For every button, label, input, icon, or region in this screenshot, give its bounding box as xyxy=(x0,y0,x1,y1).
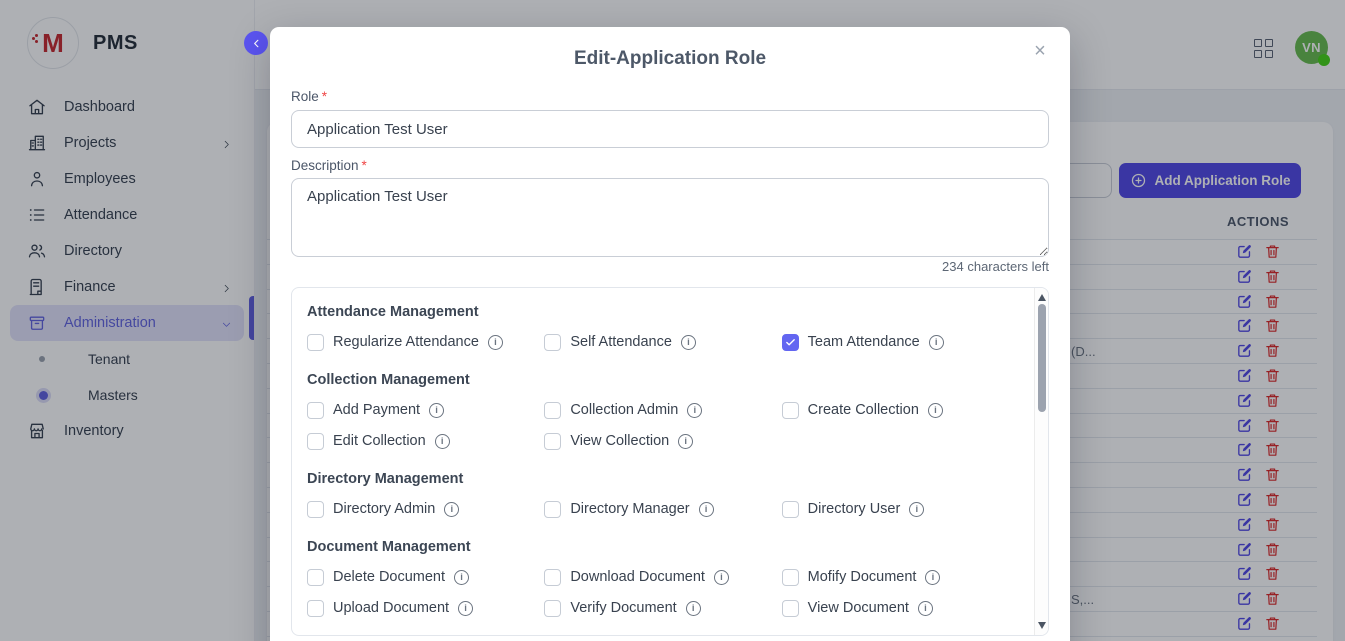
info-icon[interactable]: i xyxy=(925,570,940,585)
permission-label: Download Document xyxy=(570,569,705,585)
description-textarea[interactable] xyxy=(291,178,1049,257)
permission-label: View Collection xyxy=(570,433,669,449)
permission-label: Regularize Attendance xyxy=(333,334,479,350)
permission-checkbox-edit-collection[interactable]: Edit Collection i xyxy=(307,432,544,450)
app-screen: VN M PMS DashboardProjectsEmployeesAtten… xyxy=(0,0,1345,641)
permission-checkbox-directory-manager[interactable]: Directory Manager i xyxy=(544,500,781,518)
permission-checkbox-upload-document[interactable]: Upload Document i xyxy=(307,599,544,617)
info-icon[interactable]: i xyxy=(686,601,701,616)
permission-checkbox-download-document[interactable]: Download Document i xyxy=(544,568,781,586)
permission-label: Create Collection xyxy=(808,402,919,418)
checked-checkbox[interactable] xyxy=(782,334,799,351)
role-input[interactable] xyxy=(291,110,1049,148)
unchecked-checkbox[interactable] xyxy=(307,334,324,351)
permission-checkbox-mofify-document[interactable]: Mofify Document i xyxy=(782,568,1019,586)
permission-label: View Document xyxy=(808,600,909,616)
unchecked-checkbox[interactable] xyxy=(782,402,799,419)
info-icon[interactable]: i xyxy=(687,403,702,418)
unchecked-checkbox[interactable] xyxy=(782,569,799,586)
unchecked-checkbox[interactable] xyxy=(544,569,561,586)
permission-checkbox-regularize-attendance[interactable]: Regularize Attendance i xyxy=(307,333,544,351)
permission-label: Directory User xyxy=(808,501,901,517)
info-icon[interactable]: i xyxy=(444,502,459,517)
scrollbar-thumb[interactable] xyxy=(1038,304,1046,412)
permission-checkbox-team-attendance[interactable]: Team Attendance i xyxy=(782,333,1019,351)
info-icon[interactable]: i xyxy=(458,601,473,616)
permission-checkbox-collection-admin[interactable]: Collection Admin i xyxy=(544,401,781,419)
permission-checkbox-view-document[interactable]: View Document i xyxy=(782,599,1019,617)
permission-section: Collection ManagementAdd PaymentiCollect… xyxy=(307,372,1019,450)
unchecked-checkbox[interactable] xyxy=(544,402,561,419)
required-asterisk: * xyxy=(362,158,367,173)
permission-label: Self Attendance xyxy=(570,334,672,350)
unchecked-checkbox[interactable] xyxy=(307,402,324,419)
info-icon[interactable]: i xyxy=(429,403,444,418)
permission-section: Directory ManagementDirectory AdminiDire… xyxy=(307,471,1019,518)
info-icon[interactable]: i xyxy=(699,502,714,517)
permissions-list: Attendance Management Regularize Attendan… xyxy=(307,288,1033,635)
scroll-up-arrow-icon[interactable] xyxy=(1038,293,1046,301)
modal-title: Edit-Application Role xyxy=(270,48,1070,70)
unchecked-checkbox[interactable] xyxy=(544,334,561,351)
permission-label: Upload Document xyxy=(333,600,449,616)
unchecked-checkbox[interactable] xyxy=(307,569,324,586)
info-icon[interactable]: i xyxy=(678,434,693,449)
permission-checkbox-create-collection[interactable]: Create Collection i xyxy=(782,401,1019,419)
unchecked-checkbox[interactable] xyxy=(307,501,324,518)
info-icon[interactable]: i xyxy=(918,601,933,616)
permission-section-title: Attendance Management xyxy=(307,304,1019,320)
info-icon[interactable]: i xyxy=(928,403,943,418)
role-field-label: Role* xyxy=(291,89,327,104)
permission-label: Collection Admin xyxy=(570,402,678,418)
permission-checkbox-self-attendance[interactable]: Self Attendance i xyxy=(544,333,781,351)
scroll-down-arrow-icon[interactable] xyxy=(1038,622,1046,630)
chevron-left-icon xyxy=(251,38,262,49)
edit-application-role-modal: Edit-Application Role × Role* Descriptio… xyxy=(270,27,1070,641)
unchecked-checkbox[interactable] xyxy=(544,600,561,617)
permission-checkbox-delete-document[interactable]: Delete Document i xyxy=(307,568,544,586)
unchecked-checkbox[interactable] xyxy=(544,501,561,518)
permission-checkbox-add-payment[interactable]: Add Payment i xyxy=(307,401,544,419)
unchecked-checkbox[interactable] xyxy=(307,600,324,617)
unchecked-checkbox[interactable] xyxy=(307,433,324,450)
permission-checkbox-directory-user[interactable]: Directory User i xyxy=(782,500,1019,518)
modal-scrollbar[interactable] xyxy=(1034,288,1048,635)
permission-section-title: Collection Management xyxy=(307,372,1019,388)
info-icon[interactable]: i xyxy=(435,434,450,449)
info-icon[interactable]: i xyxy=(488,335,503,350)
permission-checkbox-view-collection[interactable]: View Collection i xyxy=(544,432,781,450)
info-icon[interactable]: i xyxy=(454,570,469,585)
permission-label: Directory Manager xyxy=(570,501,689,517)
permissions-panel: Attendance Management Regularize Attendan… xyxy=(291,287,1049,636)
unchecked-checkbox[interactable] xyxy=(782,600,799,617)
permission-section-title: Directory Management xyxy=(307,471,1019,487)
permission-section: Attendance Management Regularize Attendan… xyxy=(307,304,1019,351)
info-icon[interactable]: i xyxy=(929,335,944,350)
permission-checkbox-directory-admin[interactable]: Directory Admin i xyxy=(307,500,544,518)
info-icon[interactable]: i xyxy=(714,570,729,585)
permission-label: Team Attendance xyxy=(808,334,920,350)
permission-label: Mofify Document xyxy=(808,569,917,585)
permission-label: Directory Admin xyxy=(333,501,435,517)
characters-left-counter: 234 characters left xyxy=(942,259,1049,274)
sidebar-collapse-button[interactable] xyxy=(244,31,268,55)
permission-label: Verify Document xyxy=(570,600,676,616)
permission-label: Delete Document xyxy=(333,569,445,585)
required-asterisk: * xyxy=(322,89,327,104)
close-icon[interactable]: × xyxy=(1026,37,1054,65)
permission-section: Document ManagementDelete DocumentiDownl… xyxy=(307,539,1019,617)
info-icon[interactable]: i xyxy=(909,502,924,517)
info-icon[interactable]: i xyxy=(681,335,696,350)
unchecked-checkbox[interactable] xyxy=(782,501,799,518)
permission-label: Edit Collection xyxy=(333,433,426,449)
permission-section-title: Document Management xyxy=(307,539,1019,555)
permission-label: Add Payment xyxy=(333,402,420,418)
unchecked-checkbox[interactable] xyxy=(544,433,561,450)
description-field-label: Description* xyxy=(291,158,367,173)
permission-checkbox-verify-document[interactable]: Verify Document i xyxy=(544,599,781,617)
